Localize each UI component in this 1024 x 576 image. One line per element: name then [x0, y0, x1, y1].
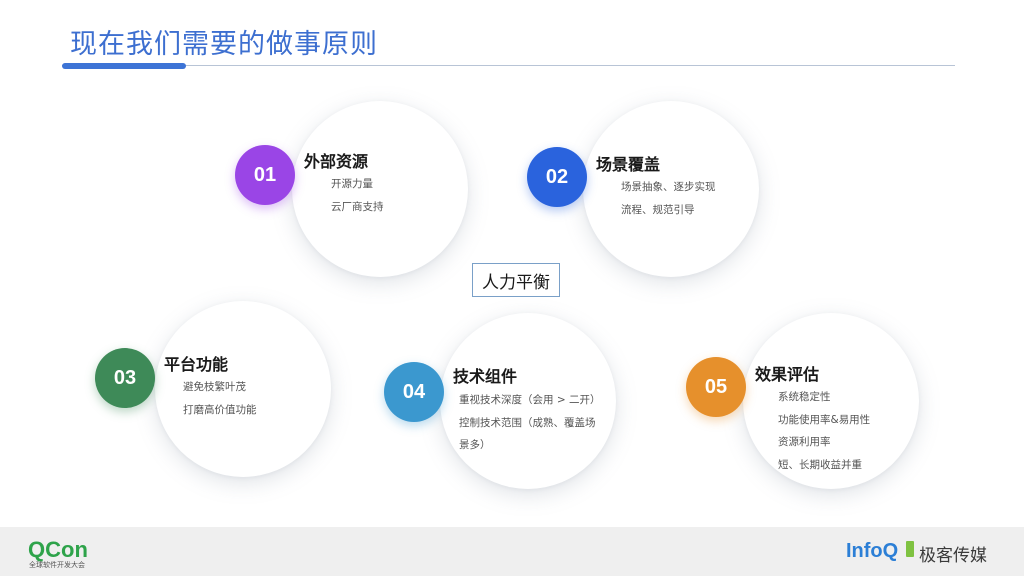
title-divider	[62, 65, 955, 66]
principle-circle-01	[292, 101, 468, 277]
principle-heading-04: 技术组件	[453, 367, 518, 386]
principle-badge-05: 05	[686, 357, 746, 417]
principle-line: 系统稳定性	[778, 391, 831, 403]
principle-badge-03: 03	[95, 348, 155, 408]
infoq-logo: InfoQ	[846, 540, 899, 562]
principle-line: 景多）	[459, 439, 491, 451]
principle-badge-01: 01	[235, 145, 295, 205]
principle-badge-04: 04	[384, 362, 444, 422]
principle-line: 流程、规范引导	[621, 204, 695, 216]
principle-heading-02: 场景覆盖	[596, 155, 661, 174]
principle-line: 重视技术深度（会用 > 二开）	[459, 394, 601, 406]
principle-badge-02: 02	[527, 147, 587, 207]
principle-line: 云厂商支持	[331, 201, 384, 213]
principle-line: 短、长期收益并重	[778, 459, 862, 471]
principle-heading-03: 平台功能	[164, 355, 229, 374]
slide-title: 现在我们需要的做事原则	[70, 29, 378, 60]
title-divider-accent	[62, 63, 186, 69]
principle-line: 场景抽象、逐步实现	[621, 181, 716, 193]
principle-line: 开源力量	[331, 178, 373, 190]
principle-line: 打磨高价值功能	[183, 404, 257, 416]
principle-line: 控制技术范围（成熟、覆盖场	[459, 417, 596, 429]
jike-media-text: 极客传媒	[919, 546, 987, 566]
principle-heading-01: 外部资源	[304, 152, 369, 171]
center-label: 人力平衡	[472, 263, 560, 297]
qcon-tagline: 全球软件开发大会	[29, 561, 85, 569]
principle-line: 资源利用率	[778, 436, 831, 448]
infoq-logo-mark	[906, 541, 914, 557]
principle-line: 功能使用率&易用性	[778, 414, 871, 426]
principle-heading-05: 效果评估	[755, 365, 820, 384]
principle-line: 避免枝繁叶茂	[183, 381, 246, 393]
